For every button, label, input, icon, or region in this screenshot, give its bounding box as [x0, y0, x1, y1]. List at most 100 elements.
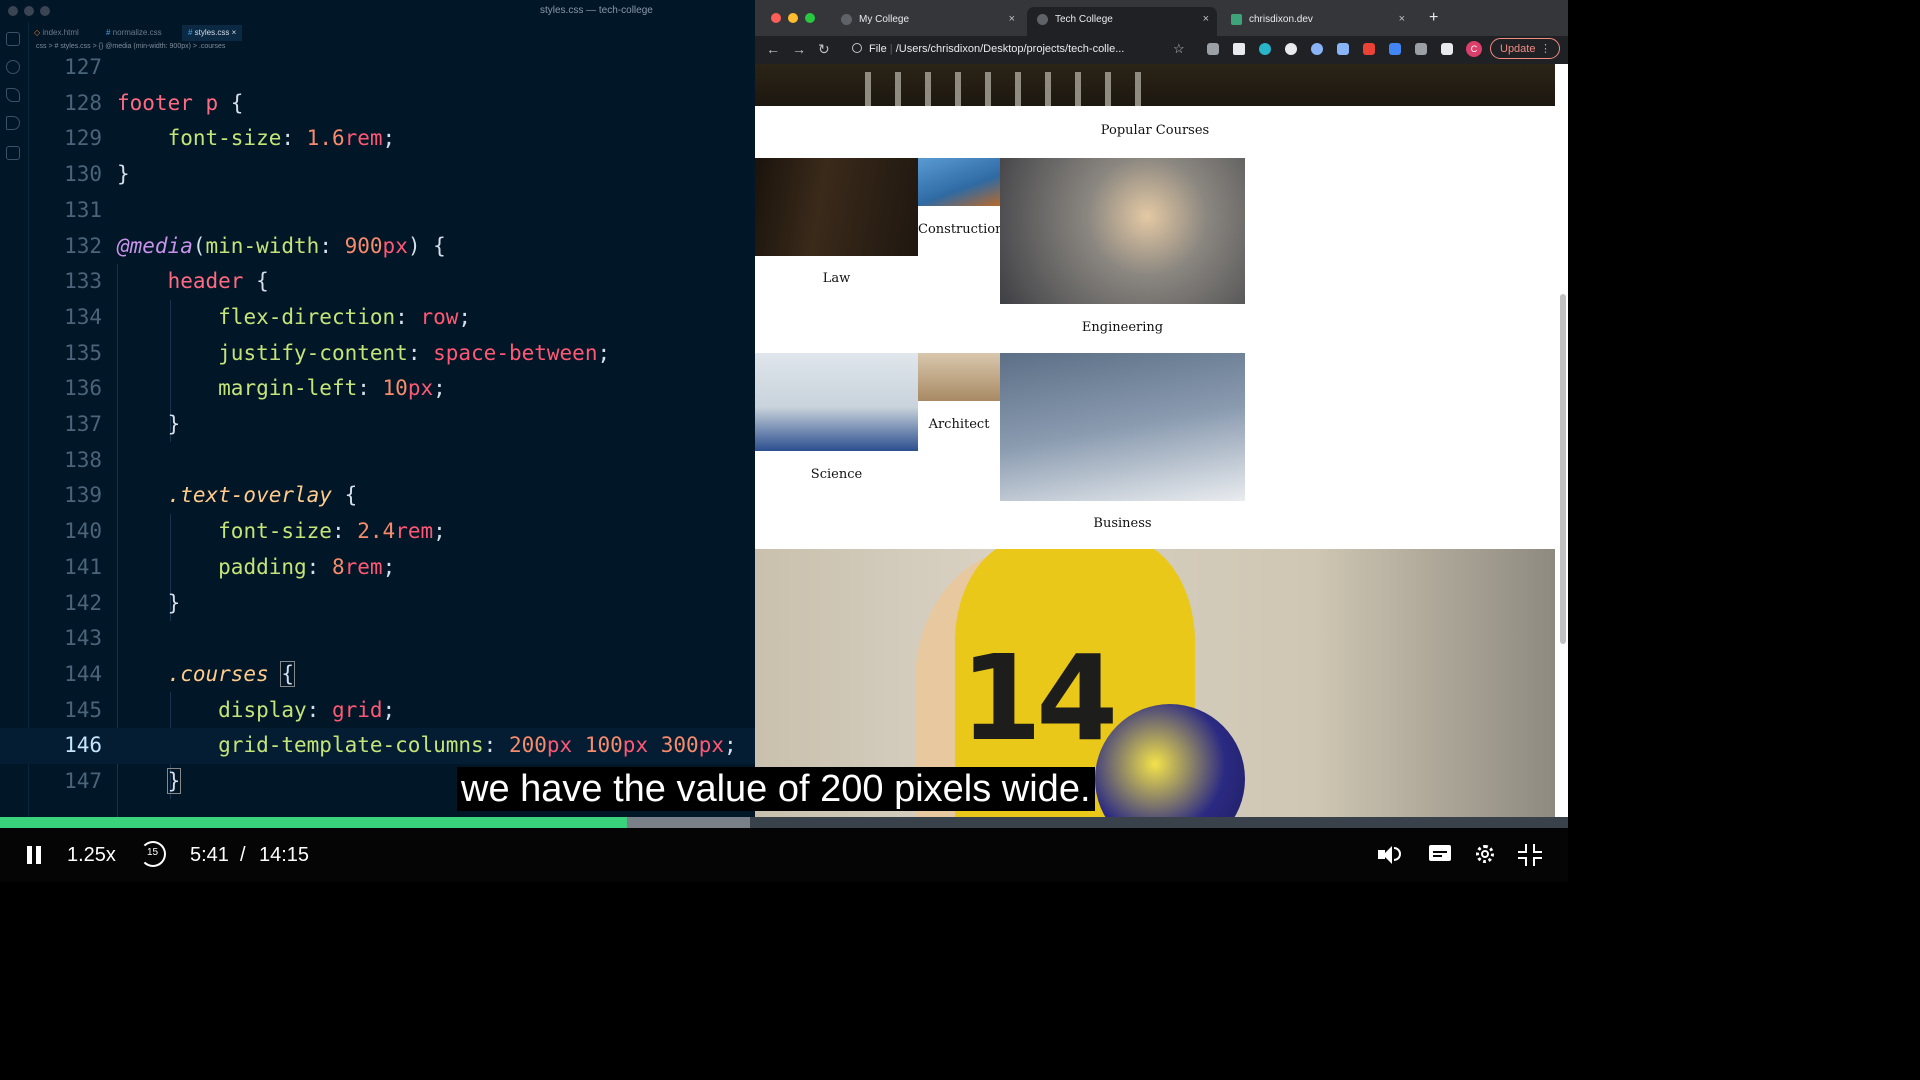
line-number: 132: [64, 233, 102, 258]
code-line[interactable]: 144 .courses {: [0, 657, 755, 693]
exit-fullscreen-button[interactable]: [1518, 844, 1542, 866]
breadcrumb[interactable]: css > # styles.css > {} @media (min-widt…: [36, 43, 225, 50]
extension-icon[interactable]: [1259, 43, 1271, 55]
line-content: }: [117, 407, 181, 443]
exit-fullscreen-icon: [1518, 844, 1527, 853]
jersey-number: 14: [960, 629, 1118, 767]
code-line[interactable]: 136 margin-left: 10px;: [0, 371, 755, 407]
maximize-window-icon[interactable]: [40, 6, 50, 16]
browser-tab-chrisdixon[interactable]: chrisdixon.dev ×: [1221, 7, 1413, 36]
site-favicon-icon: [1231, 14, 1242, 25]
course-card-science[interactable]: Science: [755, 353, 918, 493]
course-card-business[interactable]: Business: [1000, 353, 1245, 538]
close-tab-icon[interactable]: ×: [1203, 7, 1209, 32]
played-indicator: [0, 817, 628, 828]
react-devtools-icon[interactable]: [1311, 43, 1323, 55]
code-line[interactable]: 137 }: [0, 407, 755, 443]
profile-avatar[interactable]: C: [1466, 41, 1482, 57]
video-progress-bar[interactable]: [0, 817, 1568, 828]
close-tab-icon[interactable]: ×: [232, 28, 237, 37]
close-tab-icon[interactable]: ×: [1399, 7, 1405, 32]
course-title: Construction: [918, 222, 1004, 237]
course-card-architect[interactable]: Architect: [918, 353, 1000, 443]
code-line[interactable]: 139 .text-overlay {: [0, 478, 755, 514]
minimize-window-icon[interactable]: [788, 13, 798, 23]
extension-icon[interactable]: [1415, 43, 1427, 55]
code-token: .text-overlay: [167, 483, 332, 508]
pen-extension-icon[interactable]: [1207, 43, 1219, 55]
code-line[interactable]: 142 }: [0, 586, 755, 622]
bookmark-star-icon[interactable]: ☆: [1173, 41, 1185, 57]
code-token: px: [622, 733, 649, 758]
course-card-engineering[interactable]: Engineering: [1000, 158, 1245, 343]
browser-tab-my-college[interactable]: My College ×: [831, 7, 1023, 36]
code-line[interactable]: 130}: [0, 157, 755, 193]
popular-courses-heading: Popular Courses: [1100, 123, 1210, 138]
code-token: ;: [382, 126, 396, 151]
line-number: 137: [64, 412, 102, 436]
code-line[interactable]: 131: [0, 193, 755, 229]
extension-icon[interactable]: [1363, 43, 1375, 55]
code-line[interactable]: 143: [0, 621, 755, 657]
close-window-icon[interactable]: [8, 6, 18, 16]
line-content: padding: 8rem;: [117, 550, 395, 586]
skip-back-button[interactable]: 15: [140, 841, 166, 867]
code-token: ;: [433, 376, 446, 401]
menu-icon: ⋮: [1540, 43, 1551, 55]
maximize-window-icon[interactable]: [805, 13, 815, 23]
course-title: Architect: [928, 417, 990, 432]
course-card-construction[interactable]: Construction: [918, 158, 1004, 248]
code-line[interactable]: 134 flex-direction: row;: [0, 300, 755, 336]
browser-tab-tech-college[interactable]: Tech College ×: [1027, 7, 1217, 36]
update-button[interactable]: Update ⋮: [1490, 38, 1560, 59]
pause-button[interactable]: [26, 846, 42, 864]
settings-button[interactable]: [1474, 843, 1496, 865]
course-title: Business: [1093, 516, 1152, 531]
code-line[interactable]: 141 padding: 8rem;: [0, 550, 755, 586]
tab-normalize-css[interactable]: # normalize.css: [100, 25, 168, 41]
line-content: .text-overlay {: [117, 478, 358, 514]
code-line[interactable]: 138: [0, 443, 755, 479]
new-tab-button[interactable]: +: [1429, 9, 1438, 27]
code-line[interactable]: 140 font-size: 2.4rem;: [0, 514, 755, 550]
code-token: 300: [660, 733, 699, 758]
code-line[interactable]: 133 header {: [0, 264, 755, 300]
explorer-icon[interactable]: [6, 32, 20, 46]
volume-button[interactable]: [1378, 844, 1402, 866]
code-line[interactable]: 128 footer p {: [0, 86, 755, 122]
playback-speed-button[interactable]: 1.25x: [67, 844, 116, 867]
extension-icon[interactable]: [1337, 43, 1349, 55]
extension-icon[interactable]: [1285, 43, 1297, 55]
minimize-window-icon[interactable]: [24, 6, 34, 16]
captions-button[interactable]: [1429, 845, 1451, 863]
tab-styles-css[interactable]: # styles.css ×: [182, 25, 243, 41]
vue-devtools-icon[interactable]: [1233, 43, 1245, 55]
code-line[interactable]: 135 justify-content: space-between;: [0, 336, 755, 372]
code-line[interactable]: 129 font-size: 1.6rem;: [0, 121, 755, 157]
time-separator: /: [240, 844, 246, 866]
puzzle-extensions-icon[interactable]: [1441, 43, 1453, 55]
course-card-law[interactable]: Law: [755, 158, 918, 298]
address-bar[interactable]: File | /Users/chrisdixon/Desktop/project…: [843, 39, 1191, 60]
code-token: ;: [382, 697, 396, 722]
browser-toolbar: ← → ↻ File | /Users/chrisdixon/Desktop/p…: [755, 36, 1568, 64]
forward-button[interactable]: →: [792, 41, 806, 57]
tab-index-html[interactable]: ◇ index.html: [28, 25, 85, 41]
code-line[interactable]: 145 display: grid;: [0, 693, 755, 729]
line-number: 135: [64, 340, 102, 365]
line-number: 128: [64, 90, 102, 115]
close-tab-icon[interactable]: ×: [1009, 7, 1015, 32]
editor-window-title: styles.css — tech-college: [540, 5, 653, 16]
line-content: .courses {: [117, 657, 296, 693]
page-scrollbar[interactable]: [1560, 294, 1566, 644]
code-line[interactable]: 132 @media(min-width: 900px) {: [0, 229, 755, 265]
reload-button[interactable]: ↻: [818, 41, 830, 58]
code-token: :: [357, 376, 383, 401]
code-line[interactable]: 146 grid-template-columns: 200px 100px 3…: [0, 728, 755, 764]
back-button[interactable]: ←: [766, 41, 780, 57]
close-window-icon[interactable]: [771, 13, 781, 23]
extension-icon[interactable]: [1389, 43, 1401, 55]
code-line[interactable]: 127: [0, 50, 755, 86]
